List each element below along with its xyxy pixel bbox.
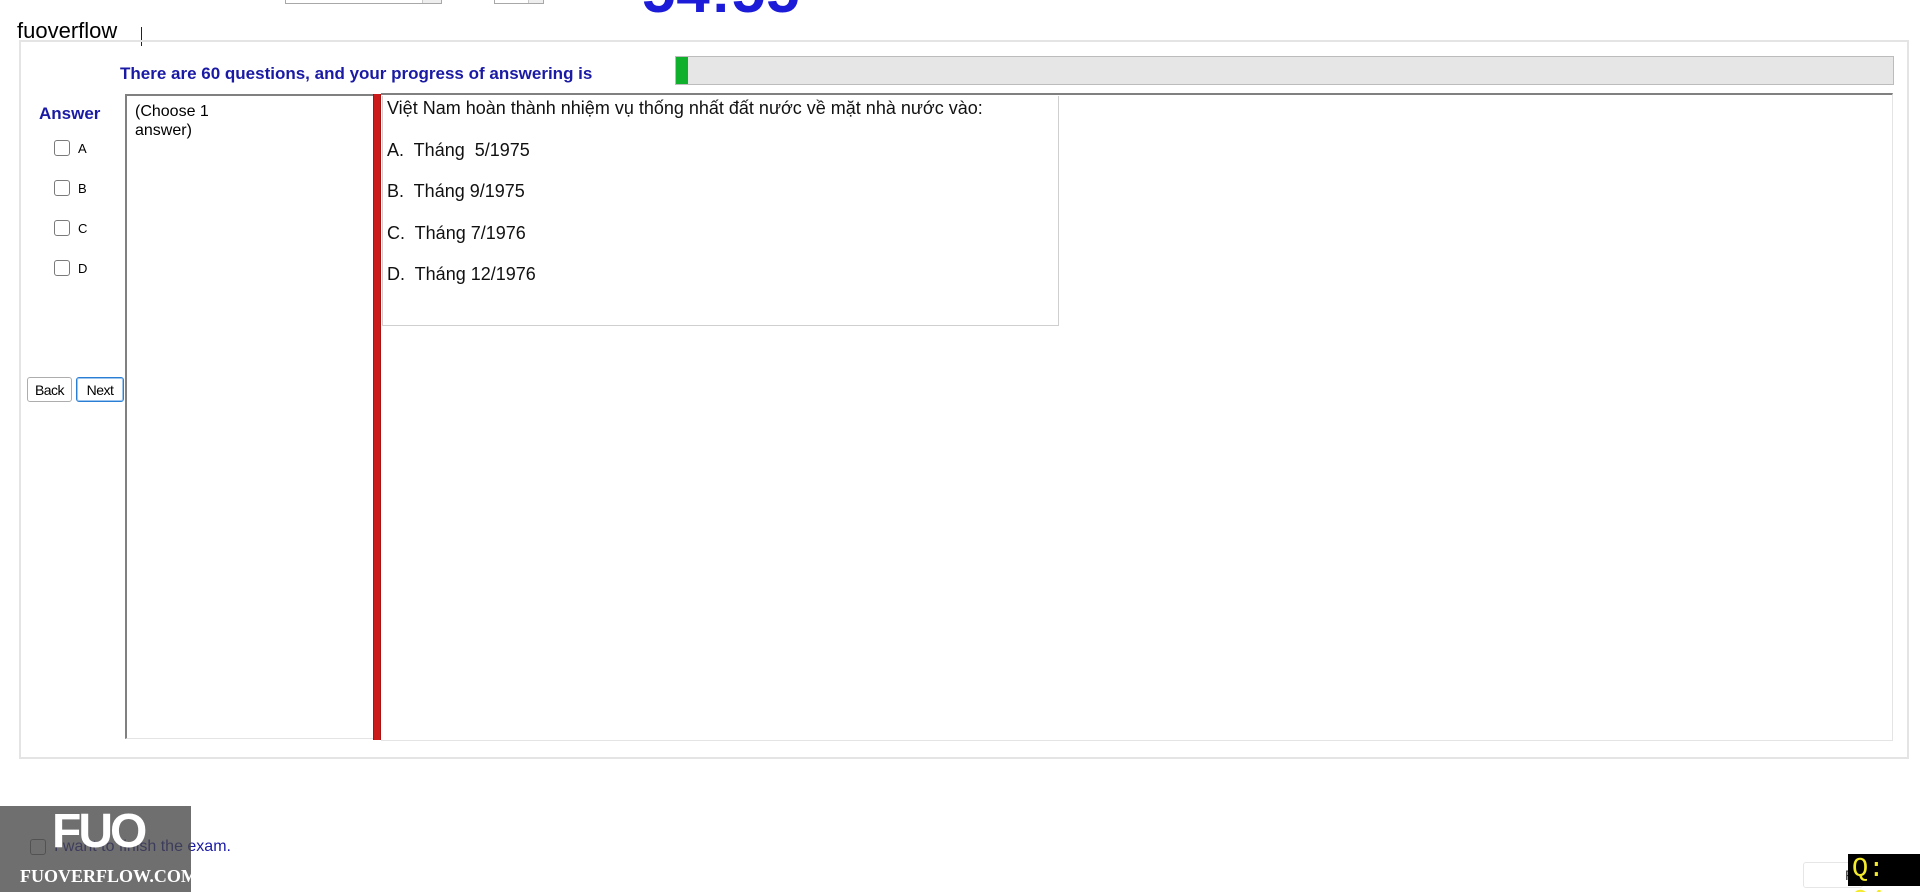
progress-bar-fill	[676, 57, 689, 84]
choose-instructions: (Choose 1 answer)	[135, 103, 209, 139]
top-combo-box[interactable]	[285, 0, 442, 4]
checkbox[interactable]	[54, 260, 70, 276]
answer-option-c[interactable]: C	[54, 220, 87, 236]
answer-title: Answer	[39, 104, 101, 123]
checkbox[interactable]	[54, 180, 70, 196]
question-option-d: D. Tháng 12/1976	[387, 264, 536, 284]
answer-option-b[interactable]: B	[54, 180, 87, 196]
question-text: Việt Nam hoàn thành nhiệm vụ thống nhất …	[387, 98, 983, 118]
back-button[interactable]: Back	[27, 377, 72, 402]
question-option-c: C. Tháng 7/1976	[387, 223, 526, 243]
answer-option-label: B	[78, 180, 87, 196]
fuoverflow-logo: FUO FUOVERFLOW.COM	[0, 805, 198, 892]
question-counter: Q: 24	[1848, 854, 1920, 892]
splitter-bar[interactable]	[373, 94, 381, 740]
question-option-b: B. Tháng 9/1975	[387, 181, 525, 201]
checkbox[interactable]	[54, 220, 70, 236]
choose-instructions-box	[125, 94, 375, 739]
progress-bar	[675, 56, 1894, 85]
question-option-a: A. Tháng 5/1975	[387, 140, 530, 160]
top-spin-box[interactable]	[494, 0, 544, 4]
logo-text: FUOVERFLOW.COM	[20, 866, 198, 886]
progress-label: There are 60 questions, and your progres…	[120, 64, 593, 83]
logo-mark: FUO	[52, 805, 147, 858]
next-button[interactable]: Next	[76, 377, 124, 402]
countdown-timer: 54:55	[642, 0, 800, 22]
answer-option-label: C	[78, 220, 88, 236]
answer-option-a[interactable]: A	[54, 140, 87, 156]
answer-option-label: A	[78, 140, 87, 156]
checkbox[interactable]	[54, 140, 70, 156]
question-box	[382, 96, 1059, 326]
answer-option-d[interactable]: D	[54, 260, 87, 276]
answer-option-label: D	[78, 260, 88, 276]
